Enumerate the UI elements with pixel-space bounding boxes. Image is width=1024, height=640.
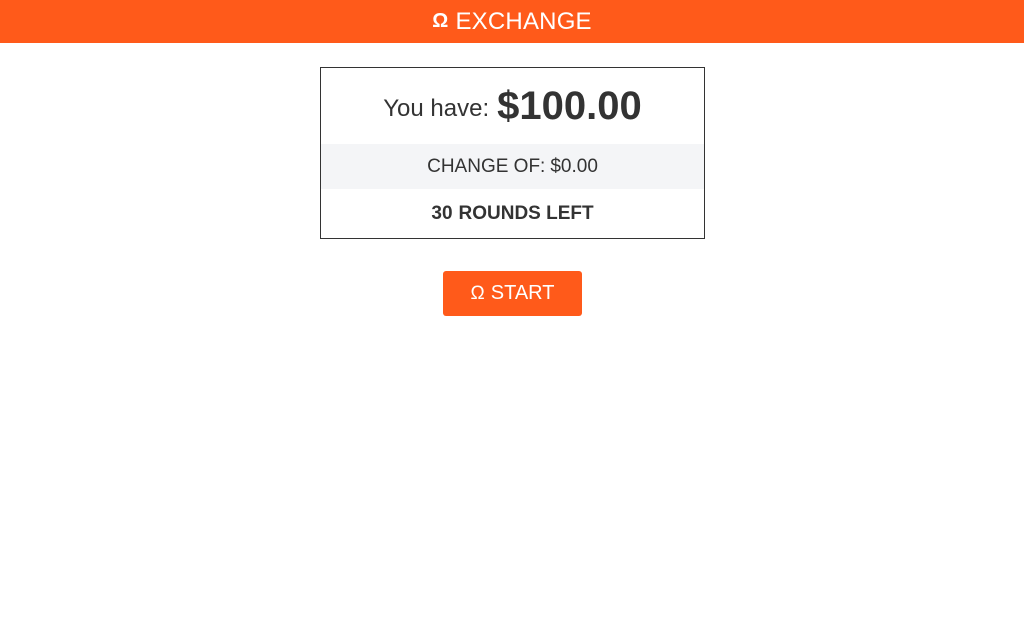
change-value: $0.00 — [550, 155, 598, 177]
rounds-label: ROUNDS LEFT — [458, 202, 594, 224]
status-card: You have: $100.00 CHANGE OF: $0.00 30 RO… — [320, 67, 705, 239]
balance-row: You have: $100.00 — [321, 68, 704, 144]
rounds-row: 30 ROUNDS LEFT — [321, 189, 704, 238]
app-title: Ω EXCHANGE — [432, 8, 592, 36]
balance-label: You have: — [383, 95, 490, 122]
rounds-count: 30 — [431, 202, 453, 224]
app-header: Ω EXCHANGE — [0, 0, 1024, 43]
omega-icon: Ω — [470, 282, 485, 304]
change-row: CHANGE OF: $0.00 — [321, 144, 704, 189]
start-button[interactable]: Ω START — [443, 271, 582, 316]
app-title-text: EXCHANGE — [455, 7, 592, 35]
start-button-label: START — [490, 282, 555, 304]
omega-icon: Ω — [432, 10, 449, 32]
balance-value: $100.00 — [497, 83, 642, 128]
change-label: CHANGE OF: — [427, 155, 546, 177]
